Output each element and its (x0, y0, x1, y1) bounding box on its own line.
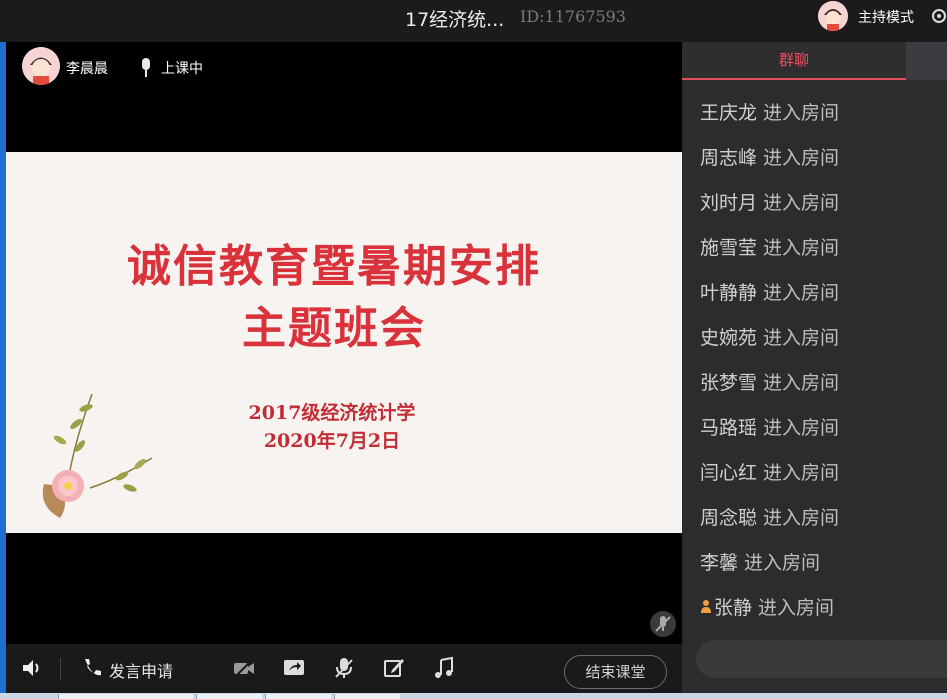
music-icon[interactable] (432, 656, 456, 680)
host-avatar[interactable] (818, 1, 848, 31)
slide-title-line1: 诚信教育暨暑期安排 (127, 241, 541, 292)
toolbar-divider (60, 658, 61, 680)
video-stage: 李晨晨 上课中 诚信教育暨暑期安排 主题班会 2017级经济统计学 2020年7… (6, 42, 682, 644)
message-user: 马路瑶 (700, 417, 758, 439)
message-text: 进入房间 (757, 237, 840, 259)
mic-off-icon[interactable] (650, 611, 676, 637)
taskbar-item[interactable] (265, 694, 331, 699)
chat-message: 李馨 进入房间 (700, 548, 839, 593)
message-user: 王庆龙 (700, 102, 758, 124)
chat-message: 施雪莹 进入房间 (700, 233, 839, 278)
message-user: 刘时月 (700, 192, 758, 214)
message-text: 进入房间 (757, 102, 840, 124)
speak-request-button[interactable]: 发言申请 (109, 658, 173, 682)
chat-tab-bar: 群聊 (682, 42, 947, 80)
mic-off-icon[interactable] (332, 656, 356, 680)
room-title: 17经济统... (405, 9, 505, 31)
tab-other[interactable] (906, 42, 947, 80)
chat-message: 张梦雪 进入房间 (700, 368, 839, 413)
message-text: 进入房间 (738, 552, 821, 574)
chat-input[interactable] (696, 640, 947, 678)
message-text: 进入房间 (757, 372, 840, 394)
message-text: 进入房间 (757, 192, 840, 214)
message-user: 周志峰 (700, 147, 758, 169)
gear-icon[interactable] (929, 6, 947, 26)
chat-message: 张静 进入房间 (700, 593, 839, 638)
message-text: 进入房间 (757, 462, 840, 484)
chat-message-list: 王庆龙 进入房间 周志峰 进入房间 刘时月 进入房间 施雪莹 进入房间 叶静静 … (700, 98, 839, 638)
teacher-avatar[interactable] (22, 47, 60, 85)
chat-message: 马路瑶 进入房间 (700, 413, 839, 458)
message-user: 叶静静 (700, 282, 758, 304)
edit-icon[interactable] (382, 656, 406, 680)
mic-icon (139, 57, 153, 79)
message-user: 周念聪 (700, 507, 758, 529)
message-user: 闫心红 (700, 462, 758, 484)
host-mode-label[interactable]: 主持模式 (858, 7, 914, 27)
chat-message: 史婉苑 进入房间 (700, 323, 839, 368)
message-text: 进入房间 (757, 282, 840, 304)
message-user: 施雪莹 (700, 237, 758, 259)
speaker-icon[interactable] (20, 656, 44, 680)
taskbar-item[interactable] (196, 694, 262, 699)
class-status: 上课中 (161, 61, 203, 77)
message-user: 张梦雪 (700, 372, 758, 394)
message-text: 进入房间 (757, 327, 840, 349)
camera-off-icon[interactable] (232, 656, 256, 680)
tab-group-chat[interactable]: 群聊 (682, 42, 906, 80)
bottom-toolbar: 发言申请 结束课堂 (6, 644, 682, 693)
room-id: ID:11767593 (520, 7, 626, 26)
title-bar: 17经济统... ID:11767593 主持模式 (0, 0, 947, 42)
message-user: 史婉苑 (700, 327, 758, 349)
message-text: 进入房间 (757, 417, 840, 439)
taskbar-item[interactable] (334, 694, 400, 699)
end-class-button[interactable]: 结束课堂 (564, 655, 667, 689)
message-user: 李馨 (700, 552, 739, 574)
message-text: 进入房间 (752, 597, 835, 619)
presentation-slide: 诚信教育暨暑期安排 主题班会 2017级经济统计学 2020年7月2日 (6, 152, 682, 533)
taskbar-item[interactable] (58, 694, 193, 699)
chat-message: 刘时月 进入房间 (700, 188, 839, 233)
chat-message: 周念聪 进入房间 (700, 503, 839, 548)
chat-message: 闫心红 进入房间 (700, 458, 839, 503)
teacher-name: 李晨晨 (66, 61, 108, 77)
message-text: 进入房间 (757, 147, 840, 169)
slide-title-line2: 主题班会 (242, 303, 426, 354)
chat-message: 周志峰 进入房间 (700, 143, 839, 188)
phone-icon[interactable] (80, 656, 104, 680)
chat-message: 王庆龙 进入房间 (700, 98, 839, 143)
message-text: 进入房间 (757, 507, 840, 529)
chat-panel: 群聊 王庆龙 进入房间 周志峰 进入房间 刘时月 进入房间 施雪莹 进入房间 叶… (682, 42, 947, 699)
message-user: 张静 (714, 597, 753, 619)
flower-decoration (42, 394, 153, 518)
screen-share-icon[interactable] (282, 656, 306, 680)
user-badge-icon (700, 596, 712, 613)
chat-message: 叶静静 进入房间 (700, 278, 839, 323)
